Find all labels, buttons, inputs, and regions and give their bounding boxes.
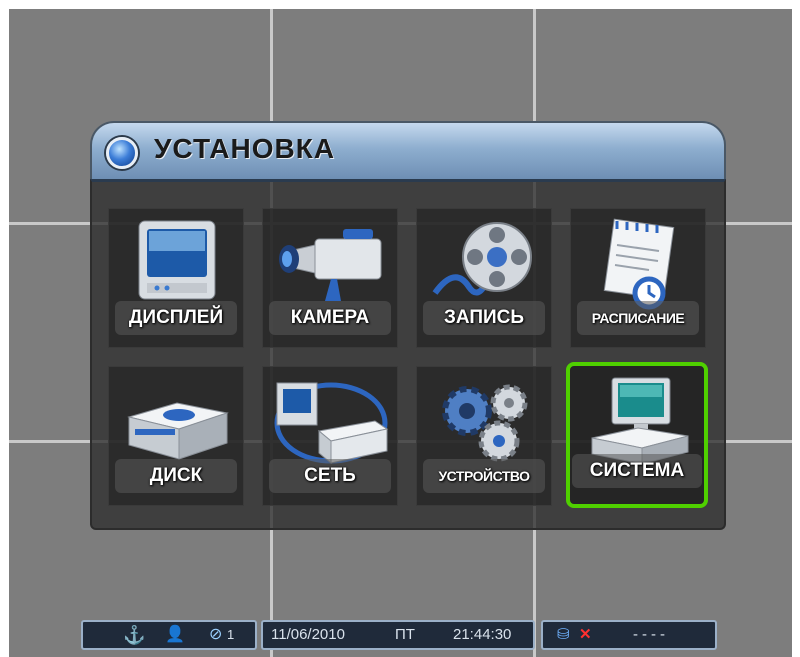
dvr-screen: УСТАНОВКА ДИСПЛЕЙ КАМЕРА ЗАПИСЬ РАСПИСАН… — [9, 9, 792, 657]
window-titlebar: УСТАНОВКА — [90, 121, 726, 179]
setup-window: УСТАНОВКА ДИСПЛЕЙ КАМЕРА ЗАПИСЬ РАСПИСАН… — [90, 121, 726, 530]
usb-icon: ⚓ — [123, 625, 146, 645]
menu-item-record[interactable]: ЗАПИСЬ — [416, 208, 552, 348]
monitor-icon — [138, 220, 216, 300]
user-icon: 👤 — [165, 626, 185, 643]
blue-orb-icon — [106, 137, 138, 169]
menu-panel: ДИСПЛЕЙ КАМЕРА ЗАПИСЬ РАСПИСАНИЕ ДИСК СЕ… — [90, 179, 726, 530]
link-icon: ⊘ — [209, 626, 223, 643]
menu-item-label: ДИСК — [115, 459, 237, 493]
menu-item-device[interactable]: УСТРОЙСТВО — [416, 366, 552, 506]
date-text: 11/06/2010 — [271, 626, 345, 643]
menu-item-label: УСТРОЙСТВО — [423, 459, 545, 493]
gears-icon — [442, 384, 528, 462]
film-reel-icon — [432, 222, 532, 296]
network-icon — [274, 382, 389, 465]
time-text: 21:44:30 — [453, 626, 512, 643]
window-title: УСТАНОВКА — [154, 133, 336, 164]
status-icons-group: ⚓ 👤 ⊘ 1 — [81, 620, 257, 650]
menu-item-system[interactable]: СИСТЕМА — [566, 362, 708, 508]
menu-item-display[interactable]: ДИСПЛЕЙ — [108, 208, 244, 348]
disk-status-text: ---- — [633, 626, 669, 643]
menu-item-label: СИСТЕМА — [572, 454, 702, 488]
menu-item-label: СЕТЬ — [269, 459, 391, 493]
menu-item-camera[interactable]: КАМЕРА — [262, 208, 398, 348]
menu-item-disk[interactable]: ДИСК — [108, 366, 244, 506]
menu-item-label: РАСПИСАНИЕ — [577, 301, 699, 335]
schedule-clock-icon — [603, 218, 675, 310]
menu-item-schedule[interactable]: РАСПИСАНИЕ — [570, 208, 706, 348]
datetime-display: 11/06/2010 ПТ 21:44:30 — [261, 620, 535, 650]
error-x-icon: ✕ — [579, 626, 592, 643]
database-icon: ⛁ — [557, 626, 570, 643]
channel-number: 1 — [227, 627, 235, 642]
disk-status-group: ⛁ ✕ ---- — [541, 620, 717, 650]
menu-item-network[interactable]: СЕТЬ — [262, 366, 398, 506]
camera-icon — [279, 229, 382, 301]
menu-item-label: ДИСПЛЕЙ — [115, 301, 237, 335]
menu-item-label: ЗАПИСЬ — [423, 301, 545, 335]
weekday-text: ПТ — [395, 626, 415, 643]
disk-drive-icon — [127, 402, 229, 460]
menu-item-label: КАМЕРА — [269, 301, 391, 335]
